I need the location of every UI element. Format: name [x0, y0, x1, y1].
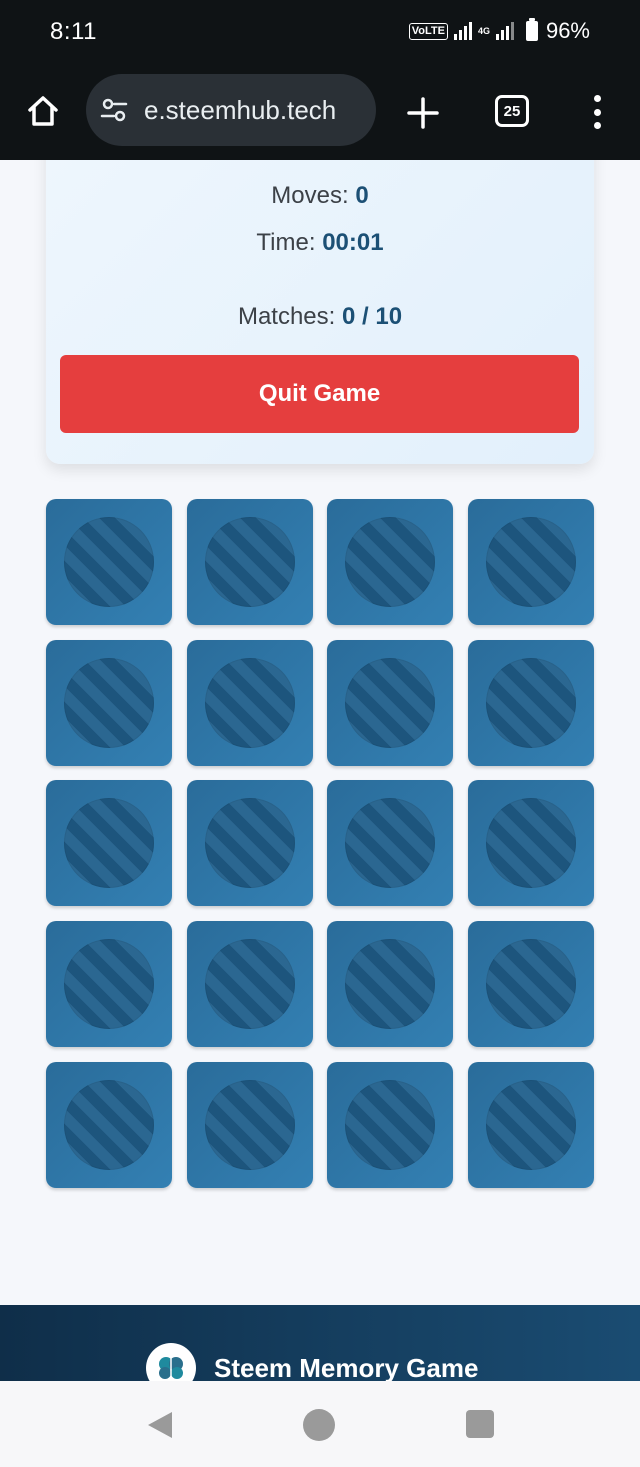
memory-card[interactable]	[468, 640, 594, 766]
memory-card[interactable]	[46, 780, 172, 906]
tune-icon[interactable]	[98, 94, 130, 126]
more-vert-icon[interactable]	[584, 92, 610, 132]
matches-value: 0 / 10	[342, 303, 403, 330]
card-back-pattern-icon	[205, 939, 295, 1029]
page-content: Moves: 0 Time: 00:01 Matches: 0 / 10 Qui…	[0, 160, 640, 1305]
volte-badge: VoLTE	[408, 22, 448, 40]
tab-switcher-button[interactable]: 25	[495, 95, 529, 127]
system-nav-bar	[0, 1381, 640, 1467]
signal-icon-2	[495, 22, 514, 40]
moves-label: Moves:	[271, 182, 349, 209]
card-back-pattern-icon	[345, 939, 435, 1029]
address-bar[interactable]: e.steemhub.tech	[86, 74, 376, 146]
moves-value: 0	[355, 182, 369, 209]
matches-label: Matches:	[237, 303, 336, 330]
card-back-pattern-icon	[205, 1080, 295, 1170]
moves-stat: Moves: 0	[46, 182, 594, 210]
nav-home-icon[interactable]	[303, 1409, 335, 1441]
status-bar: 8:11 VoLTE 4G 96%	[0, 0, 640, 66]
memory-card[interactable]	[187, 780, 313, 906]
memory-card[interactable]	[187, 1062, 313, 1188]
card-back-pattern-icon	[486, 517, 576, 607]
status-time: 8:11	[50, 18, 97, 45]
status-indicators: VoLTE 4G 96%	[408, 18, 590, 44]
battery-level: 96%	[545, 18, 590, 43]
memory-card[interactable]	[187, 499, 313, 625]
lte-badge: 4G	[477, 25, 490, 36]
memory-card[interactable]	[468, 921, 594, 1047]
home-button[interactable]	[22, 90, 64, 132]
card-back-pattern-icon	[64, 517, 154, 607]
home-icon	[28, 96, 58, 126]
card-back-pattern-icon	[486, 1080, 576, 1170]
card-back-pattern-icon	[345, 798, 435, 888]
time-stat: Time: 00:01	[46, 229, 594, 257]
memory-card[interactable]	[46, 640, 172, 766]
card-back-pattern-icon	[486, 658, 576, 748]
brain-icon	[146, 1343, 196, 1381]
signal-icon	[453, 22, 472, 40]
memory-card[interactable]	[187, 921, 313, 1047]
card-back-pattern-icon	[345, 658, 435, 748]
card-back-pattern-icon	[64, 939, 154, 1029]
recents-icon[interactable]	[466, 1410, 494, 1438]
card-back-pattern-icon	[345, 1080, 435, 1170]
footer-title: Steem Memory Game	[214, 1353, 479, 1381]
memory-card[interactable]	[468, 1062, 594, 1188]
card-back-pattern-icon	[486, 798, 576, 888]
memory-card[interactable]	[46, 499, 172, 625]
card-back-pattern-icon	[64, 658, 154, 748]
memory-card[interactable]	[468, 780, 594, 906]
card-back-pattern-icon	[205, 658, 295, 748]
card-back-pattern-icon	[205, 798, 295, 888]
time-value: 00:01	[322, 229, 384, 256]
card-back-pattern-icon	[64, 798, 154, 888]
memory-card[interactable]	[327, 499, 453, 625]
memory-card[interactable]	[46, 921, 172, 1047]
site-footer: Steem Memory Game	[0, 1305, 640, 1381]
url-text[interactable]: e.steemhub.tech	[144, 95, 336, 126]
memory-card[interactable]	[327, 640, 453, 766]
card-back-pattern-icon	[64, 1080, 154, 1170]
card-back-pattern-icon	[345, 517, 435, 607]
memory-card[interactable]	[327, 780, 453, 906]
matches-stat: Matches: 0 / 10	[46, 303, 594, 331]
back-icon[interactable]	[144, 1409, 176, 1441]
stats-panel: Moves: 0 Time: 00:01 Matches: 0 / 10 Qui…	[46, 160, 594, 464]
memory-card[interactable]	[187, 640, 313, 766]
quit-game-button[interactable]: Quit Game	[60, 355, 579, 433]
memory-card[interactable]	[327, 921, 453, 1047]
time-label: Time:	[256, 229, 316, 256]
browser-toolbar: e.steemhub.tech 25	[0, 66, 640, 160]
card-back-pattern-icon	[486, 939, 576, 1029]
memory-card[interactable]	[468, 499, 594, 625]
card-back-pattern-icon	[205, 517, 295, 607]
battery-icon	[525, 18, 538, 41]
memory-card[interactable]	[46, 1062, 172, 1188]
new-tab-button[interactable]	[400, 90, 446, 136]
plus-icon	[407, 97, 439, 129]
memory-card[interactable]	[327, 1062, 453, 1188]
